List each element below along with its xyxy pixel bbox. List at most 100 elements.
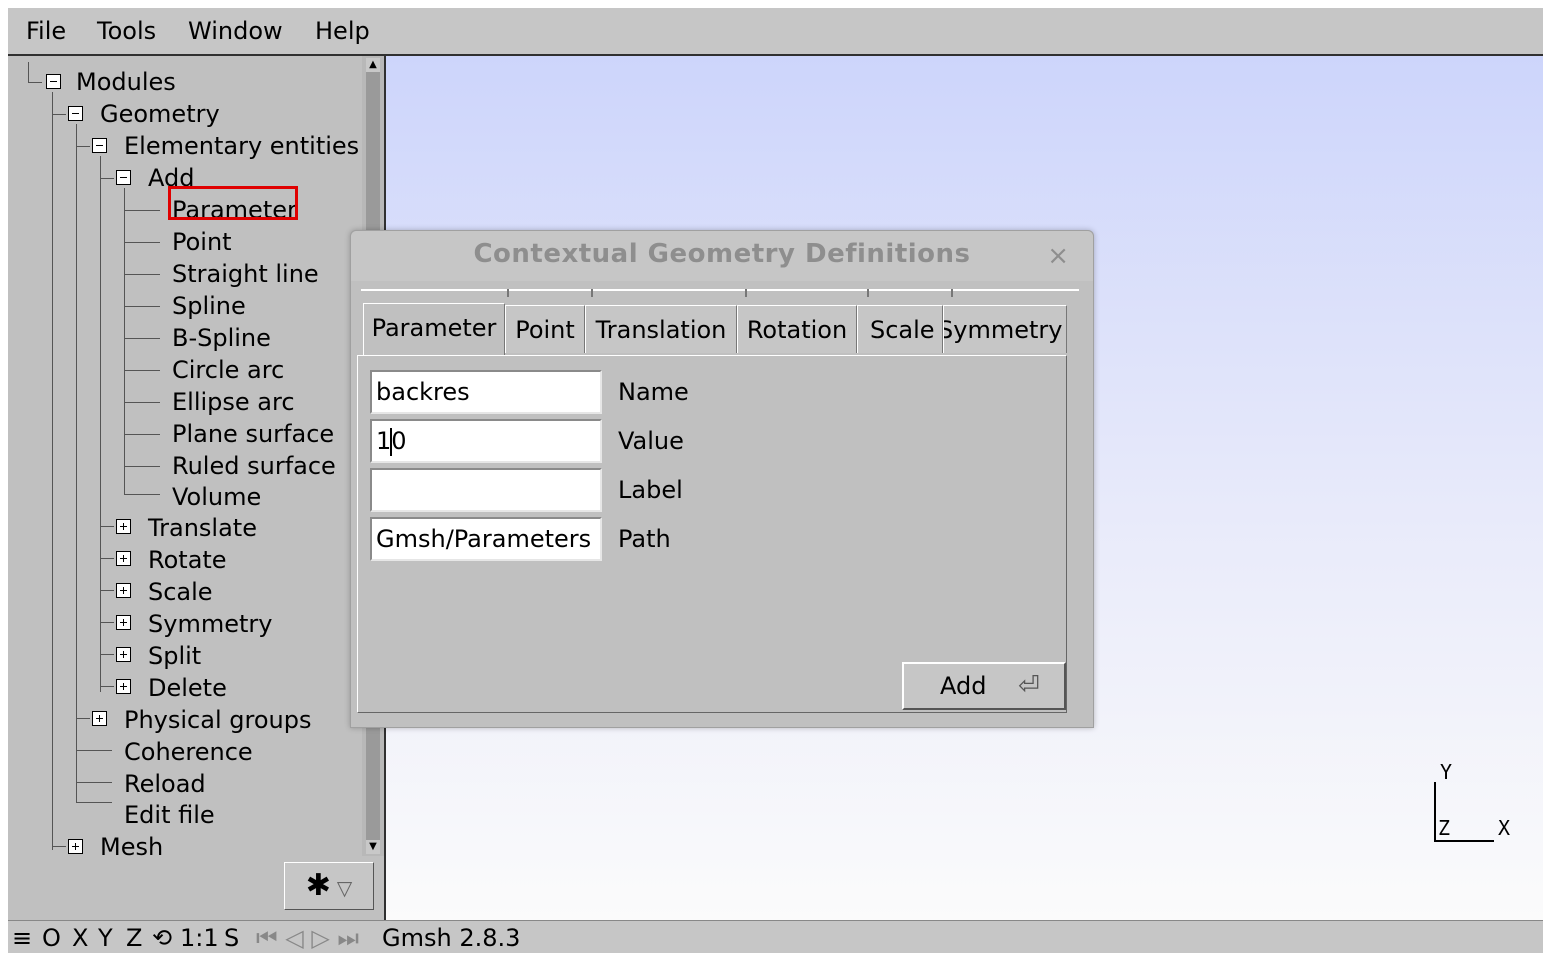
view-y-button[interactable]: Y	[98, 924, 113, 952]
tree-connector	[124, 210, 160, 211]
tab-translation[interactable]: Translation	[585, 305, 737, 353]
axis-y-label: Y	[1440, 760, 1453, 784]
tree-connector	[124, 306, 160, 307]
tree-connector	[124, 434, 160, 435]
path-input[interactable]: Gmsh/Parameters	[370, 517, 602, 561]
view-o-button[interactable]: O	[42, 924, 61, 952]
tree-connector	[124, 274, 160, 275]
expand-icon[interactable]	[116, 519, 131, 534]
expand-icon[interactable]	[68, 839, 83, 854]
dialog-titlebar[interactable]: Contextual Geometry Definitions ×	[351, 231, 1093, 281]
tree-connector	[52, 846, 66, 847]
add-button-label: Add	[940, 672, 987, 700]
expand-icon[interactable]	[116, 647, 131, 662]
expand-icon[interactable]	[92, 711, 107, 726]
value-input[interactable]: 10	[370, 419, 602, 463]
expand-icon[interactable]	[116, 583, 131, 598]
path-label: Path	[618, 525, 671, 553]
gmsh-window: File Tools Window Help Modules Geometry …	[8, 8, 1543, 953]
tab-divider	[591, 289, 593, 297]
tree-item-spline[interactable]: Spline	[172, 290, 246, 322]
tree-connector	[76, 718, 90, 719]
tree-connector	[100, 178, 114, 179]
menu-tools[interactable]: Tools	[97, 16, 156, 46]
tree-item-straight-line[interactable]: Straight line	[172, 258, 319, 290]
scroll-up-icon[interactable]: ▲	[366, 58, 380, 72]
tab-rotation[interactable]: Rotation	[737, 305, 857, 353]
parameter-tab-panel: backres Name 10 Value Label Gmsh/Paramet…	[357, 355, 1067, 713]
view-z-button[interactable]: Z	[126, 924, 142, 952]
rotate-icon[interactable]: ⟲	[152, 924, 172, 952]
tree-connector	[100, 654, 114, 655]
playback-nav-icons[interactable]: ⏮ ◁ ▷ ⏭	[256, 924, 359, 952]
tree-item-modules[interactable]: Modules	[76, 66, 176, 98]
tree-connector	[76, 802, 112, 803]
tree-connector	[100, 558, 114, 559]
tab-point[interactable]: Point	[505, 305, 585, 353]
tree-item-physical-groups[interactable]: Physical groups	[124, 704, 311, 736]
name-input[interactable]: backres	[370, 370, 602, 414]
tree-item-elementary-entities[interactable]: Elementary entities	[124, 130, 359, 162]
tree-connector	[100, 590, 114, 591]
tab-divider	[867, 289, 869, 297]
tree-connector	[100, 622, 114, 623]
tab-parameter[interactable]: Parameter	[363, 303, 505, 355]
tree-item-symmetry[interactable]: Symmetry	[148, 608, 272, 640]
tab-divider	[745, 289, 747, 297]
scale-1-1-button[interactable]: 1:1	[180, 924, 219, 952]
tree-connector	[28, 82, 42, 83]
tree-item-plane-surface[interactable]: Plane surface	[172, 418, 334, 450]
menu-help[interactable]: Help	[315, 16, 370, 46]
menu-toggle-icon[interactable]: ≡	[12, 924, 32, 952]
tree-item-delete[interactable]: Delete	[148, 672, 227, 704]
tab-symmetry[interactable]: Symmetry	[943, 305, 1067, 353]
tree-item-geometry[interactable]: Geometry	[100, 98, 220, 130]
tab-divider	[951, 289, 953, 297]
expand-icon[interactable]	[116, 551, 131, 566]
tree-item-ruled-surface[interactable]: Ruled surface	[172, 450, 336, 482]
collapse-icon[interactable]	[116, 170, 131, 185]
scroll-down-icon[interactable]: ▼	[366, 840, 380, 854]
add-button[interactable]: Add ⏎	[902, 662, 1066, 710]
status-bar: ≡ O X Y Z ⟲ 1:1 S ⏮ ◁ ▷ ⏭ Gmsh 2.8.3	[8, 920, 1543, 953]
tree-connector	[124, 242, 160, 243]
tree-item-translate[interactable]: Translate	[148, 512, 257, 544]
tree-connector	[76, 782, 112, 783]
tree-item-volume[interactable]: Volume	[172, 481, 261, 513]
options-gear-button[interactable]: ✱ ▽	[284, 862, 374, 910]
collapse-icon[interactable]	[92, 138, 107, 153]
tab-strip-backdrop	[361, 289, 1079, 301]
tree-item-mesh[interactable]: Mesh	[100, 831, 163, 856]
tree-item-reload[interactable]: Reload	[124, 768, 206, 800]
collapse-icon[interactable]	[46, 74, 61, 89]
tree-item-ellipse-arc[interactable]: Ellipse arc	[172, 386, 295, 418]
tab-scale[interactable]: Scale	[857, 305, 943, 353]
label-input[interactable]	[370, 468, 602, 512]
tree-item-scale[interactable]: Scale	[148, 576, 213, 608]
tree-connector	[124, 188, 125, 494]
select-s-button[interactable]: S	[224, 924, 239, 952]
menu-file[interactable]: File	[26, 16, 66, 46]
label-label: Label	[618, 476, 683, 504]
close-icon[interactable]: ×	[1047, 241, 1069, 271]
tree-connector	[124, 402, 160, 403]
tree-item-point[interactable]: Point	[172, 226, 232, 258]
module-tree-panel: Modules Geometry Elementary entities Add…	[8, 56, 384, 920]
view-x-button[interactable]: X	[72, 924, 88, 952]
tree-item-b-spline[interactable]: B-Spline	[172, 322, 271, 354]
tree-item-circle-arc[interactable]: Circle arc	[172, 354, 284, 386]
tree-item-split[interactable]: Split	[148, 640, 201, 672]
tree-item-rotate[interactable]: Rotate	[148, 544, 227, 576]
dialog-tabs: Parameter Point Translation Rotation Sca…	[357, 303, 1067, 355]
expand-icon[interactable]	[116, 615, 131, 630]
tree-connector	[100, 156, 101, 692]
selection-highlight	[168, 186, 298, 220]
tree-item-edit-file[interactable]: Edit file	[124, 799, 215, 831]
expand-icon[interactable]	[116, 679, 131, 694]
menu-window[interactable]: Window	[188, 16, 283, 46]
dropdown-triangle-icon: ▽	[336, 876, 353, 900]
tree-connector	[100, 686, 114, 687]
tree-item-coherence[interactable]: Coherence	[124, 736, 253, 768]
name-label: Name	[618, 378, 689, 406]
collapse-icon[interactable]	[68, 106, 83, 121]
